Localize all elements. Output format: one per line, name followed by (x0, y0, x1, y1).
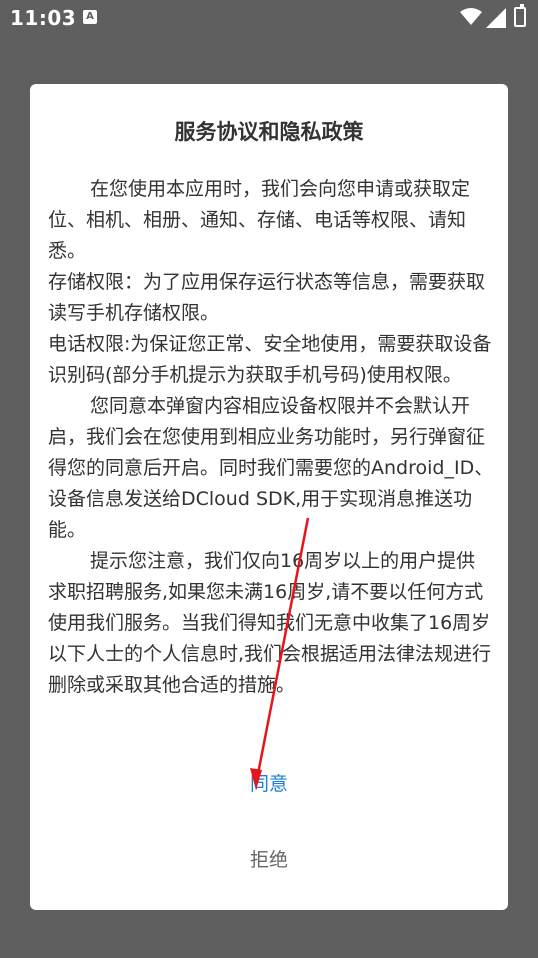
status-time: 11:03 (10, 6, 77, 30)
signal-icon (486, 8, 506, 28)
wifi-icon (460, 8, 482, 25)
agree-button[interactable]: 同意 (30, 764, 508, 804)
paragraph-storage-permission: 存储权限：为了应用保存运行状态等信息，需要获取读写手机存储权限。 (48, 271, 486, 324)
paragraph-phone-permission: 电话权限:为保证您正常、安全地使用，需要获取设备识别码(部分手机提示为获取手机号… (48, 333, 492, 386)
paragraph-permissions-intro: 在您使用本应用时，我们会向您申请或获取定位、相机、相册、通知、存储、电话等权限、… (48, 178, 471, 262)
dialog-content-scroll[interactable]: 在您使用本应用时，我们会向您申请或获取定位、相机、相册、通知、存储、电话等权限、… (48, 174, 494, 734)
privacy-dialog: 服务协议和隐私政策 在您使用本应用时，我们会向您申请或获取定位、相机、相册、通知… (30, 84, 508, 910)
dialog-content: 在您使用本应用时，我们会向您申请或获取定位、相机、相册、通知、存储、电话等权限、… (48, 174, 494, 701)
a-notification-icon: A (83, 10, 97, 24)
reject-button[interactable]: 拒绝 (30, 840, 508, 880)
paragraph-age-notice: 提示您注意，我们仅向16周岁以上的用户提供求职招聘服务,如果您未满16周岁,请不… (48, 550, 492, 696)
paragraph-consent: 您同意本弹窗内容相应设备权限并不会默认开启，我们会在您使用到相应业务功能时，另行… (48, 395, 494, 541)
battery-icon (514, 4, 526, 27)
dialog-title: 服务协议和隐私政策 (174, 120, 364, 144)
status-bar: 11:03 A (0, 0, 538, 36)
